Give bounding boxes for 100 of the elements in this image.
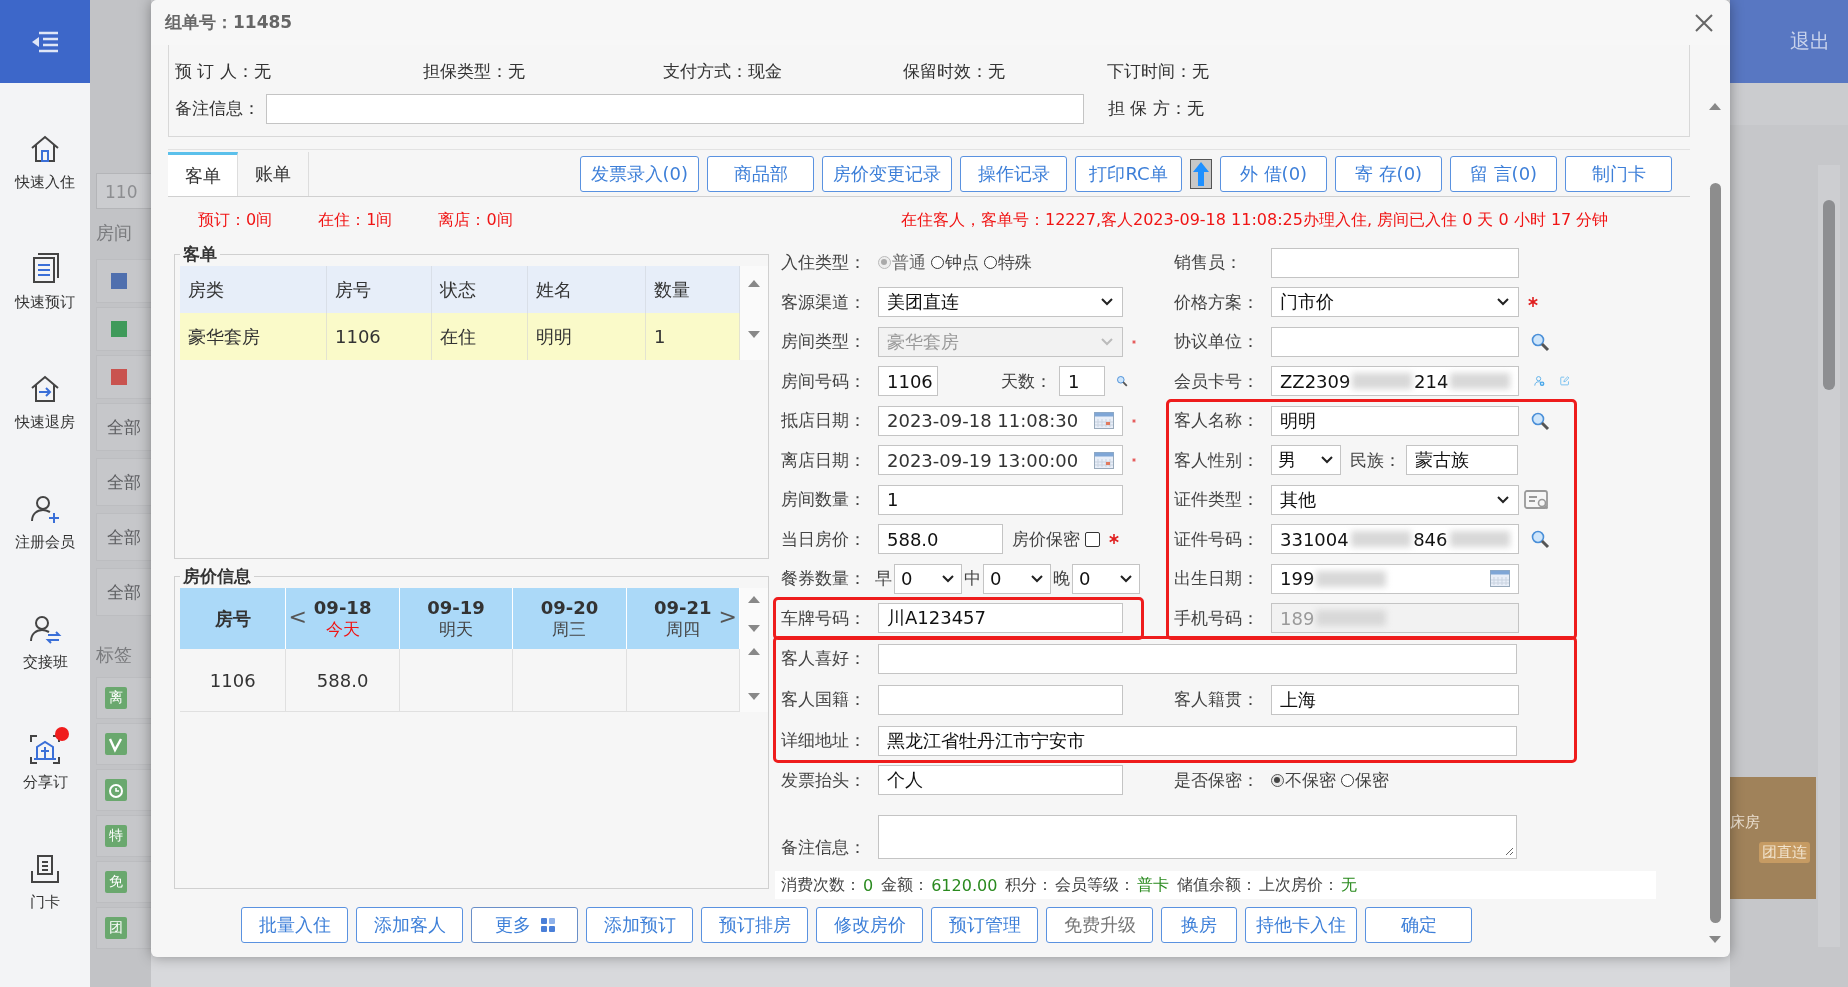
search-icon[interactable] — [1530, 410, 1550, 431]
scrollbar[interactable] — [740, 266, 768, 360]
sidebar-item[interactable]: 分享订 — [0, 719, 90, 839]
dropdown[interactable]: 男 — [1271, 445, 1341, 476]
action-button[interactable]: 预订管理 — [931, 907, 1038, 943]
id-card-icon[interactable] — [1524, 488, 1550, 511]
input-field[interactable]: 川A123457 — [878, 603, 1123, 634]
toolbar-button[interactable]: 留 言(0) — [1450, 156, 1557, 192]
table-row[interactable]: 豪华套房 1106 在住 明明 1 — [180, 313, 740, 360]
toolbar-button[interactable]: 商品部 — [707, 156, 814, 192]
dropdown[interactable]: 门市价 — [1271, 287, 1519, 318]
input-field[interactable]: ZZ2309 214 — [1271, 366, 1519, 397]
legend-item[interactable] — [96, 355, 151, 399]
filter-item[interactable]: 全部 — [96, 403, 151, 451]
action-button[interactable]: 预订排房 — [701, 907, 808, 943]
days-field[interactable]: 1 — [1059, 366, 1105, 397]
blurred-text — [1450, 373, 1510, 390]
action-button[interactable]: 批量入住 — [241, 907, 348, 943]
close-icon[interactable] — [1694, 12, 1714, 33]
tag-item[interactable] — [96, 723, 151, 765]
search-icon[interactable] — [1530, 529, 1550, 550]
dropdown[interactable]: 0 — [983, 563, 1051, 594]
scroll-up-icon[interactable] — [747, 278, 761, 288]
input-field[interactable]: 个人 — [878, 765, 1123, 795]
search-icon[interactable] — [1530, 331, 1550, 352]
previous-button[interactable]: < — [288, 604, 307, 629]
toolbar-button[interactable]: 打印RC单 — [1075, 156, 1182, 192]
input-field[interactable]: 蒙古族 — [1406, 445, 1518, 476]
action-button[interactable]: 持他卡入住 — [1245, 907, 1357, 943]
dropdown[interactable]: 其他 — [1271, 484, 1519, 515]
action-button[interactable]: 确定 — [1365, 907, 1472, 943]
input-field[interactable] — [878, 643, 1517, 674]
sidebar-item[interactable]: 快速预订 — [0, 239, 90, 359]
legend-item[interactable] — [96, 307, 151, 351]
radio-button[interactable]: 保密 — [1341, 768, 1389, 792]
action-button[interactable]: 添加预订 — [586, 907, 693, 943]
calendar-icon[interactable] — [1094, 412, 1114, 430]
remark-field[interactable] — [878, 815, 1517, 859]
sidebar-item[interactable]: 注册会员 — [0, 479, 90, 599]
remark-field[interactable] — [266, 93, 1084, 124]
input-field[interactable]: 明明 — [1271, 405, 1519, 436]
dropdown[interactable]: 0 — [894, 563, 962, 594]
field-label: 证件类型： — [1174, 488, 1260, 512]
dropdown[interactable]: 美团直连 — [878, 287, 1123, 318]
radio-button[interactable]: 钟点 — [931, 251, 979, 275]
tag-item[interactable] — [96, 769, 151, 811]
sidebar-item[interactable]: 门卡 — [0, 839, 90, 959]
next-button[interactable]: > — [718, 604, 737, 629]
input-field[interactable] — [1271, 326, 1519, 357]
scroll-down-icon[interactable] — [747, 624, 761, 634]
action-button[interactable]: 添加客人 — [356, 907, 463, 943]
sidebar-item[interactable]: 快速退房 — [0, 359, 90, 479]
scrollbar-thumb[interactable] — [1709, 183, 1721, 923]
tab[interactable]: 客单 — [168, 152, 238, 196]
price-field[interactable]: 588.0 — [878, 524, 1003, 555]
input-field[interactable] — [1271, 247, 1519, 278]
input-field[interactable]: 1 — [878, 484, 1123, 515]
input-field[interactable] — [878, 684, 1123, 715]
action-button[interactable]: 换房 — [1161, 907, 1237, 943]
dropdown[interactable]: 0 — [1072, 563, 1140, 594]
room-number-field[interactable]: 1106 — [878, 366, 938, 397]
menu-icon[interactable] — [30, 29, 60, 54]
toolbar-button[interactable]: 寄 存(0) — [1335, 156, 1442, 192]
upload-icon[interactable] — [1190, 159, 1212, 189]
toolbar-button[interactable]: 外 借(0) — [1220, 156, 1327, 192]
sidebar-item[interactable]: 快速入住 — [0, 119, 90, 239]
date-field[interactable]: 2023-09-18 11:08:30 — [878, 405, 1123, 436]
blurred-text — [1316, 610, 1387, 627]
action-button[interactable]: 修改房价 — [816, 907, 923, 943]
calendar-icon[interactable] — [1094, 451, 1114, 469]
scroll-up-icon[interactable] — [747, 594, 761, 604]
date-field[interactable]: 2023-09-19 13:00:00 — [878, 445, 1123, 476]
radio-button[interactable]: 不保密 — [1271, 768, 1336, 792]
input-field[interactable]: 黑龙江省牡丹江市宁安市 — [878, 725, 1517, 756]
scrollbar[interactable] — [1818, 165, 1840, 947]
scroll-down-icon[interactable] — [1708, 935, 1722, 945]
input-field[interactable]: 上海 — [1271, 684, 1519, 715]
toolbar-button[interactable]: 制门卡 — [1565, 156, 1672, 192]
resize-grip-icon[interactable] — [1504, 846, 1514, 856]
radio-button[interactable]: 特殊 — [984, 251, 1032, 275]
legend-item[interactable] — [96, 259, 151, 303]
checkbox[interactable] — [1085, 531, 1100, 547]
input-field[interactable]: 331004 846 — [1271, 524, 1519, 555]
grid-icon — [540, 918, 555, 932]
toolbar-button[interactable]: 发票录入(0) — [579, 156, 699, 192]
scrollbar[interactable] — [740, 588, 768, 712]
tab[interactable]: 账单 — [238, 152, 309, 196]
input-field[interactable]: 199 — [1271, 563, 1519, 594]
scroll-up-icon[interactable] — [747, 646, 761, 656]
filter-item[interactable]: 全部 — [96, 458, 151, 506]
filter-item[interactable]: 全部 — [96, 568, 151, 616]
calendar-icon[interactable] — [1490, 570, 1510, 588]
toolbar-button[interactable]: 房价变更记录 — [822, 156, 952, 192]
scroll-up-icon[interactable] — [1708, 101, 1722, 111]
filter-item[interactable]: 全部 — [96, 513, 151, 561]
toolbar-button[interactable]: 操作记录 — [960, 156, 1067, 192]
action-button[interactable]: 更多 — [471, 907, 578, 943]
scroll-down-icon[interactable] — [747, 330, 761, 340]
sidebar-item[interactable]: 交接班 — [0, 599, 90, 719]
scroll-down-icon[interactable] — [747, 692, 761, 702]
